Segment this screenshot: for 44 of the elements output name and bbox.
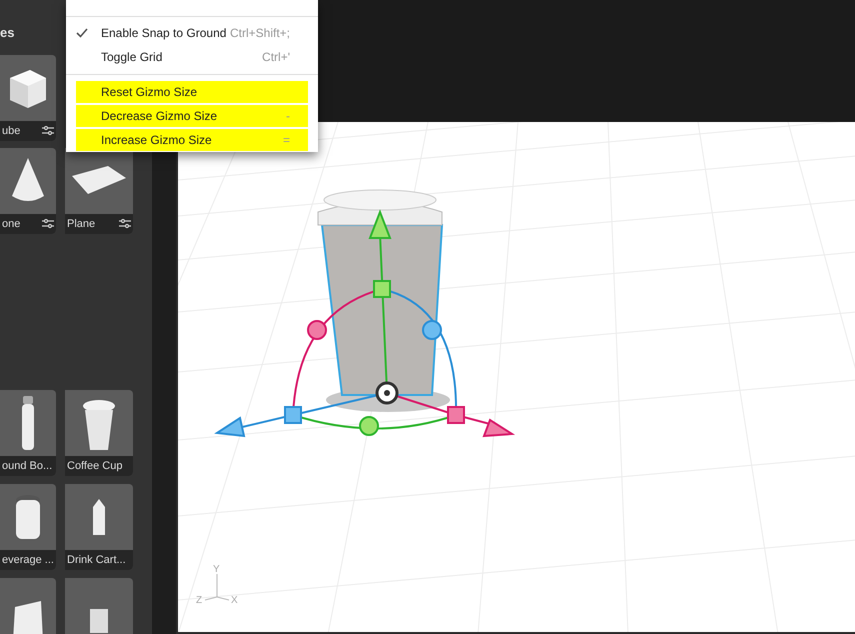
shortcut-label: Ctrl+Shift+; (230, 25, 290, 42)
asset-tile[interactable]: ound Bo... (0, 390, 56, 476)
settings-sliders-icon[interactable] (119, 219, 131, 229)
menu-item[interactable]: Decrease Gizmo Size - (76, 105, 308, 127)
axis-label: X (231, 595, 238, 606)
shortcut-label: = (282, 132, 290, 149)
axis-label: Y (213, 564, 220, 575)
transform-gizmo-drawing[interactable] (214, 209, 516, 438)
section-title: es (0, 26, 14, 39)
asset-tile[interactable]: one (0, 148, 56, 234)
asset-label: Drink Cart... (67, 552, 126, 568)
menu-item[interactable]: Toggle Grid Ctrl+' (66, 46, 318, 68)
menu-item-label: Decrease Gizmo Size (101, 108, 218, 125)
asset-tile[interactable]: ube (0, 55, 56, 141)
cone-thumbnail-icon (10, 158, 46, 204)
asset-label: ound Bo... (2, 458, 52, 474)
plane-thumbnail-icon (72, 166, 126, 196)
menu-item[interactable]: Increase Gizmo Size = (76, 129, 308, 151)
menu-item-label: Reset Gizmo Size (101, 84, 198, 101)
bottle-thumbnail-icon (20, 396, 36, 450)
settings-sliders-icon[interactable] (42, 219, 54, 229)
settings-sliders-icon[interactable] (42, 126, 54, 136)
asset-label: ube (2, 124, 20, 139)
shortcut-label: - (286, 108, 290, 125)
can-thumbnail-icon (15, 495, 41, 539)
sachet-thumbnail-icon (90, 609, 108, 633)
checkmark-icon (76, 28, 88, 38)
menu-item[interactable]: Enable Snap to Ground Ctrl+Shift+; (66, 22, 318, 44)
pouch-thumbnail-icon (11, 601, 45, 634)
shortcut-label: Ctrl+' (262, 49, 290, 66)
carton-thumbnail-icon (91, 499, 107, 535)
asset-tile[interactable]: everage ... (0, 484, 56, 570)
asset-tile[interactable]: Drink Cart... (65, 484, 133, 570)
asset-label: one (2, 216, 20, 232)
asset-label: everage ... (2, 552, 54, 568)
menu-item-label: Toggle Grid (101, 49, 162, 66)
axis-indicator-icon (204, 574, 230, 600)
menu-item[interactable]: Reset Gizmo Size (76, 81, 308, 103)
asset-label: Coffee Cup (67, 458, 122, 474)
asset-tile[interactable]: Coffee Cup (65, 390, 133, 476)
asset-label: Plane (67, 216, 96, 232)
menu-item-label: Enable Snap to Ground (101, 25, 226, 42)
axis-label: Z (196, 595, 202, 606)
asset-tile[interactable]: Plane (65, 148, 133, 234)
